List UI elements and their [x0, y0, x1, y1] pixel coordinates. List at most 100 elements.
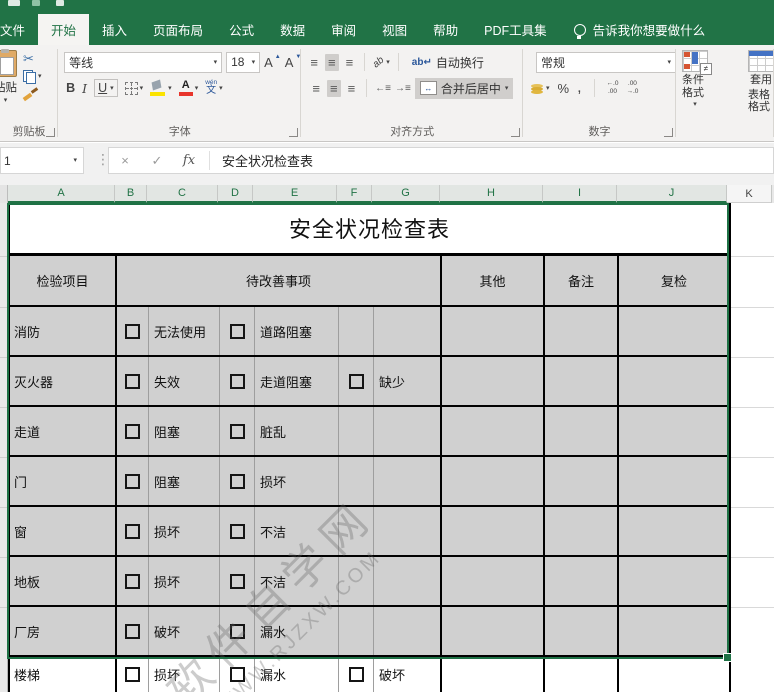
checkbox-cell[interactable]	[117, 357, 149, 405]
option-label-cell[interactable]: 失效	[149, 357, 220, 405]
save-icon[interactable]	[8, 0, 20, 6]
empty-cell[interactable]	[619, 457, 729, 505]
font-color-icon[interactable]: A	[178, 80, 193, 96]
name-box-dropdown-icon[interactable]: ▾	[73, 157, 77, 164]
align-middle-icon[interactable]: ≡	[324, 53, 339, 71]
checkbox-icon[interactable]	[125, 667, 140, 682]
checkbox-icon[interactable]	[125, 473, 140, 489]
option-label-cell[interactable]	[374, 507, 442, 555]
checkbox-icon[interactable]	[229, 573, 245, 589]
align-center-icon[interactable]: ≡	[326, 79, 341, 97]
empty-cell[interactable]	[545, 457, 619, 505]
empty-cell[interactable]	[545, 607, 619, 655]
checkbox-icon[interactable]	[229, 667, 245, 682]
option-label-cell[interactable]: 损坏	[149, 557, 220, 605]
checkbox-cell[interactable]	[220, 607, 255, 655]
option-label-cell[interactable]: 无法使用	[149, 307, 220, 355]
item-cell[interactable]: 消防	[10, 307, 117, 355]
empty-cell[interactable]	[545, 507, 619, 555]
column-header-A[interactable]: A	[8, 185, 115, 203]
checkbox-cell[interactable]	[117, 607, 149, 655]
formula-input[interactable]: 安全状况检查表	[214, 151, 313, 170]
italic-button[interactable]: I	[82, 81, 87, 96]
checkbox-icon[interactable]	[229, 423, 245, 439]
align-left-icon[interactable]: ≡	[309, 80, 323, 97]
empty-cell[interactable]	[619, 357, 729, 405]
item-cell[interactable]: 灭火器	[10, 357, 117, 405]
column-header-I[interactable]: I	[543, 185, 617, 203]
item-cell[interactable]: 地板	[10, 557, 117, 605]
format-as-table-button[interactable]: 套用 表格格式	[748, 50, 774, 114]
item-cell[interactable]: 厂房	[10, 607, 117, 655]
accounting-format-icon[interactable]	[531, 83, 544, 94]
format-painter-icon[interactable]	[23, 88, 38, 100]
option-label-cell[interactable]: 损坏	[149, 657, 220, 692]
column-header-G[interactable]: G	[372, 185, 440, 203]
insert-function-icon[interactable]: fx	[173, 153, 205, 168]
conditional-format-button[interactable]: ≠ 条件格式 ▾	[682, 50, 712, 114]
checkbox-cell[interactable]	[339, 407, 374, 455]
option-label-cell[interactable]: 漏水	[255, 607, 339, 655]
checkbox-icon[interactable]	[125, 323, 140, 339]
checkbox-cell[interactable]	[339, 657, 374, 692]
option-label-cell[interactable]: 道路阻塞	[255, 307, 339, 355]
tab-data[interactable]: 数据	[267, 14, 318, 45]
empty-cell[interactable]	[442, 557, 545, 605]
checkbox-cell[interactable]	[220, 307, 255, 355]
empty-cell[interactable]	[442, 657, 545, 692]
cancel-icon[interactable]: ×	[109, 153, 141, 168]
checkbox-cell[interactable]	[117, 557, 149, 605]
column-header-J[interactable]: J	[617, 185, 727, 203]
font-size-select[interactable]: 18 ▾	[226, 51, 261, 73]
option-label-cell[interactable]	[374, 557, 442, 605]
increase-indent-icon[interactable]: →≡	[395, 83, 411, 94]
checkbox-cell[interactable]	[117, 457, 149, 505]
empty-cell[interactable]	[619, 407, 729, 455]
copy-dropdown-icon[interactable]: ▾	[38, 73, 42, 80]
empty-cell[interactable]	[545, 557, 619, 605]
checkbox-cell[interactable]	[117, 407, 149, 455]
checkbox-cell[interactable]	[339, 507, 374, 555]
option-label-cell[interactable]	[374, 407, 442, 455]
checkbox-icon[interactable]	[125, 623, 140, 639]
phonetic-guide-icon[interactable]: wén 文	[205, 79, 217, 97]
column-header-F[interactable]: F	[337, 185, 372, 203]
checkbox-cell[interactable]	[117, 507, 149, 555]
paste-button[interactable]: 粘贴 ▾	[0, 49, 17, 125]
merge-center-button[interactable]: ↔ 合并后居中 ▾	[414, 77, 514, 99]
percent-style-button[interactable]: %	[558, 81, 570, 96]
undo-icon[interactable]	[32, 0, 40, 6]
checkbox-cell[interactable]	[220, 557, 255, 605]
empty-cell[interactable]	[442, 507, 545, 555]
tab-file[interactable]: 文件	[0, 14, 38, 45]
borders-icon[interactable]	[124, 81, 138, 95]
tab-review[interactable]: 审阅	[318, 14, 369, 45]
empty-cell[interactable]	[545, 357, 619, 405]
align-top-icon[interactable]: ≡	[307, 54, 321, 71]
checkbox-cell[interactable]	[339, 457, 374, 505]
checkbox-icon[interactable]	[125, 573, 140, 589]
item-cell[interactable]: 楼梯	[10, 657, 117, 692]
column-header-B[interactable]: B	[115, 185, 147, 203]
option-label-cell[interactable]	[374, 607, 442, 655]
checkbox-icon[interactable]	[348, 667, 364, 682]
redo-icon[interactable]	[56, 0, 64, 6]
align-right-icon[interactable]: ≡	[345, 80, 359, 97]
option-label-cell[interactable]: 漏水	[255, 657, 339, 692]
option-label-cell[interactable]: 不洁	[255, 557, 339, 605]
option-label-cell[interactable]: 破坏	[149, 607, 220, 655]
option-label-cell[interactable]: 阻塞	[149, 457, 220, 505]
checkbox-icon[interactable]	[125, 423, 140, 439]
cut-icon[interactable]: ✂	[23, 52, 42, 65]
column-header-H[interactable]: H	[440, 185, 543, 203]
align-bottom-icon[interactable]: ≡	[343, 54, 357, 71]
bold-button[interactable]: B	[66, 81, 75, 95]
tab-help[interactable]: 帮助	[420, 14, 471, 45]
checkbox-icon[interactable]	[229, 523, 245, 539]
tab-home[interactable]: 开始	[38, 14, 90, 45]
increase-decimal-icon[interactable]: ←.0.00	[607, 80, 619, 96]
wrap-text-button[interactable]: ab↵ 自动换行	[407, 52, 489, 73]
checkbox-icon[interactable]	[229, 323, 245, 339]
name-box[interactable]: 1 ▾	[0, 147, 84, 174]
alignment-dialog-launcher-icon[interactable]	[511, 128, 520, 137]
